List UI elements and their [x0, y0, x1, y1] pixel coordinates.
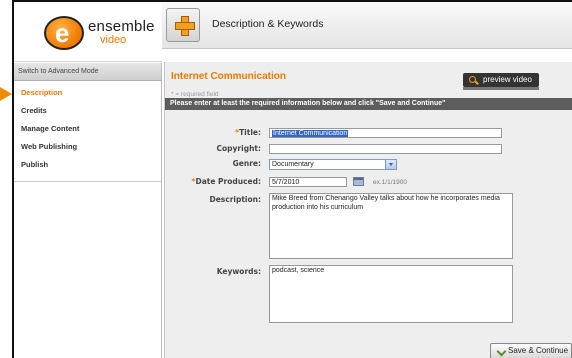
date-format-hint: ex.1/1/1900 — [373, 179, 407, 186]
genre-select-value: Documentary — [272, 161, 314, 168]
keywords-label: Keywords: — [216, 267, 261, 276]
logo: e ensemble video — [14, 2, 162, 62]
search-icon — [469, 76, 476, 83]
title-label-text: Title: — [239, 128, 261, 137]
copyright-label: Copyright: — [216, 144, 261, 153]
add-content-icon — [166, 8, 200, 42]
advanced-mode-link[interactable]: Switch to Advanced Mode — [14, 63, 161, 81]
keywords-textarea[interactable]: podcast, science — [269, 265, 513, 323]
date-produced-label-text: Date Produced: — [195, 177, 261, 186]
save-continue-label: Save & Continue — [508, 346, 569, 355]
sidebar-item-manage-content[interactable]: Manage Content — [14, 121, 161, 139]
required-note-text: = required field — [173, 91, 219, 98]
pointer-arrow-icon — [0, 87, 12, 101]
sidebar-item-publish[interactable]: Publish — [14, 157, 161, 175]
chevron-down-icon[interactable] — [385, 160, 396, 169]
content-panel: Internet Communication preview video * =… — [164, 62, 572, 358]
description-label: Description: — [209, 195, 261, 204]
sidebar-item-web-publishing[interactable]: Web Publishing — [14, 139, 161, 157]
ensemble-logo-icon: e — [44, 16, 84, 50]
sidebar-item-credits[interactable]: Credits — [14, 103, 161, 121]
date-produced-label: *Date Produced: — [165, 177, 261, 186]
logo-subtitle: video — [100, 34, 127, 46]
header-title: Description & Keywords — [212, 18, 324, 30]
instructions-bar: Please enter at least the required infor… — [165, 98, 572, 110]
save-continue-button[interactable]: Save & Continue — [490, 343, 572, 358]
genre-select[interactable]: Documentary — [269, 159, 397, 170]
preview-button-shadow — [463, 87, 539, 90]
preview-video-label: preview video — [483, 75, 532, 84]
copyright-input[interactable] — [269, 144, 502, 154]
app-window: e ensemble video Switch to Advanced Mode… — [12, 0, 572, 358]
genre-label: Genre: — [232, 159, 261, 168]
page-title: Internet Communication — [171, 71, 287, 82]
description-textarea[interactable]: Mike Breed from Chenango Valley talks ab… — [269, 193, 513, 259]
date-produced-input[interactable]: 5/7/2010 — [269, 177, 347, 187]
required-note: * = required field — [171, 91, 219, 98]
title-input[interactable]: Internet Communication — [269, 128, 502, 138]
logo-wordmark: ensemble — [88, 18, 155, 35]
calendar-icon[interactable] — [353, 177, 364, 186]
checkmark-icon — [497, 347, 505, 355]
sidebar: Switch to Advanced Mode Description Cred… — [14, 63, 162, 358]
preview-video-button[interactable]: preview video — [463, 73, 539, 87]
sidebar-item-description[interactable]: Description — [14, 85, 161, 103]
title-label: *Title: — [165, 128, 261, 137]
page-header: Description & Keywords — [162, 2, 572, 49]
sidebar-nav: Description Credits Manage Content Web P… — [14, 81, 161, 182]
title-input-value: Internet Communication — [272, 130, 349, 137]
